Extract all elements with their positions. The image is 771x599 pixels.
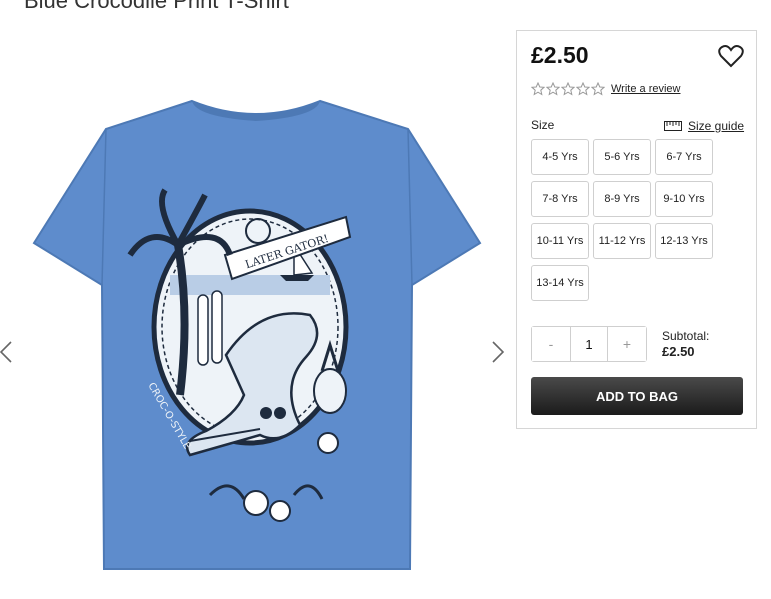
subtotal-label: Subtotal: (662, 329, 710, 343)
star-icon (591, 82, 605, 96)
star-icon (531, 82, 545, 96)
size-option-button[interactable]: 10-11 Yrs (531, 223, 589, 259)
quantity-input[interactable] (570, 327, 608, 361)
product-rating: Write a review (531, 82, 680, 96)
size-option-button[interactable]: 6-7 Yrs (655, 139, 713, 175)
next-image-button[interactable] (486, 332, 510, 372)
product-title: Blue Crocodile Print T-Shirt (24, 0, 289, 13)
size-option-button[interactable]: 9-10 Yrs (655, 181, 713, 217)
size-option-button[interactable]: 13-14 Yrs (531, 265, 589, 301)
chevron-right-icon (492, 341, 505, 363)
quantity-stepper: - + (531, 326, 647, 362)
size-option-button[interactable]: 7-8 Yrs (531, 181, 589, 217)
purchase-panel: £2.50 Write a review Size Size guide 4-5… (516, 30, 757, 429)
heart-icon[interactable] (718, 44, 744, 68)
size-option-button[interactable]: 12-13 Yrs (655, 223, 713, 259)
increase-quantity-button[interactable]: + (608, 327, 646, 361)
decrease-quantity-button[interactable]: - (532, 327, 570, 361)
size-option-button[interactable]: 4-5 Yrs (531, 139, 589, 175)
size-guide-label: Size guide (688, 119, 745, 133)
star-icon (576, 82, 590, 96)
star-icon (561, 82, 575, 96)
product-gallery: LATER GATOR! CROC-O-STYLE (0, 40, 510, 599)
chevron-left-icon (0, 341, 12, 363)
star-rating (531, 82, 605, 96)
size-label: Size (531, 118, 555, 132)
size-option-button[interactable]: 5-6 Yrs (593, 139, 651, 175)
subtotal: Subtotal: £2.50 (662, 328, 709, 360)
add-to-bag-button[interactable]: ADD TO BAG (531, 377, 743, 415)
ruler-icon (664, 121, 682, 131)
write-review-link[interactable]: Write a review (611, 83, 680, 95)
product-image: LATER GATOR! CROC-O-STYLE (32, 99, 482, 570)
product-price: £2.50 (531, 42, 589, 68)
size-guide-link[interactable]: Size guide (664, 119, 744, 133)
subtotal-value: £2.50 (662, 344, 695, 359)
size-option-button[interactable]: 11-12 Yrs (593, 223, 651, 259)
size-option-button[interactable]: 8-9 Yrs (593, 181, 651, 217)
prev-image-button[interactable] (0, 332, 18, 372)
star-icon (546, 82, 560, 96)
